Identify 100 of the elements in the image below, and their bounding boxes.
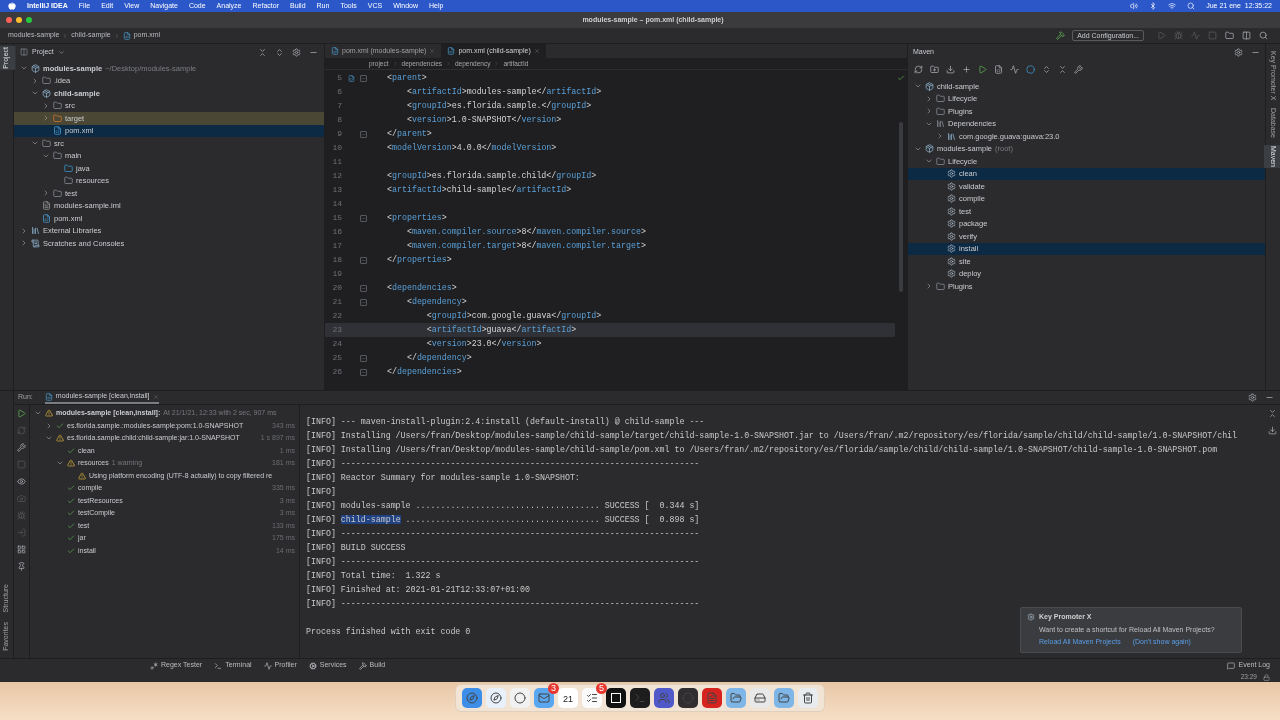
chevron-right-icon[interactable] bbox=[42, 189, 50, 198]
code-line: </parent> bbox=[387, 127, 432, 140]
chevron-right-icon[interactable] bbox=[925, 94, 933, 103]
search-icon[interactable] bbox=[1187, 2, 1196, 10]
debug-icon[interactable] bbox=[1174, 31, 1183, 40]
close-icon[interactable] bbox=[533, 48, 540, 54]
dock-app-icon[interactable] bbox=[798, 688, 818, 708]
module-icon bbox=[42, 88, 51, 98]
settings-icon[interactable] bbox=[1234, 47, 1243, 57]
wrench-icon[interactable] bbox=[17, 443, 26, 452]
app-glyph-icon bbox=[634, 692, 646, 704]
dock-app-icon[interactable]: 21 bbox=[558, 688, 578, 708]
fold-icon[interactable] bbox=[360, 256, 367, 264]
chevron-right-icon[interactable] bbox=[42, 114, 50, 123]
tool-icon bbox=[150, 661, 158, 670]
scroll-to-end-icon[interactable] bbox=[1267, 426, 1277, 435]
expand-all-icon[interactable] bbox=[1042, 64, 1051, 74]
code-line: <maven.compiler.target>8</maven.compiler.target> bbox=[405, 239, 646, 252]
wrench-icon[interactable] bbox=[1074, 64, 1083, 74]
add-folder-icon[interactable] bbox=[930, 64, 939, 74]
eye-icon[interactable] bbox=[17, 477, 26, 486]
dock-app-icon[interactable] bbox=[702, 688, 722, 708]
fold-icon[interactable] bbox=[360, 354, 367, 362]
app-glyph-icon bbox=[706, 692, 718, 704]
line-number: 25 bbox=[331, 352, 342, 364]
chevron-right-icon[interactable] bbox=[31, 76, 39, 85]
gear-icon bbox=[947, 206, 956, 216]
rerun-icon[interactable] bbox=[17, 409, 26, 418]
library-icon bbox=[947, 131, 956, 141]
toggle-offline-icon[interactable] bbox=[1010, 64, 1019, 74]
maven-file-icon bbox=[447, 47, 456, 55]
fold-icon[interactable] bbox=[360, 284, 367, 292]
run-icon[interactable] bbox=[978, 64, 987, 74]
coverage-icon[interactable] bbox=[1191, 31, 1200, 40]
fold-icon[interactable] bbox=[360, 368, 367, 376]
line-number: 13 bbox=[331, 184, 342, 196]
layout-icon[interactable] bbox=[1242, 31, 1251, 40]
wifi-icon[interactable] bbox=[1168, 2, 1177, 10]
console-line: [INFO] bbox=[306, 485, 336, 498]
fold-icon[interactable] bbox=[360, 214, 367, 222]
bluetooth-icon[interactable] bbox=[1149, 2, 1158, 10]
lock-icon[interactable] bbox=[1263, 673, 1270, 681]
dock-app-icon[interactable] bbox=[630, 688, 650, 708]
chevron-right-icon[interactable] bbox=[936, 132, 944, 141]
close-window-button[interactable] bbox=[6, 17, 12, 23]
expand-all-icon[interactable] bbox=[275, 47, 284, 57]
debug-icon[interactable] bbox=[17, 511, 26, 520]
maven-file-icon bbox=[331, 47, 339, 55]
skip-tests-icon[interactable] bbox=[1026, 64, 1035, 74]
folder-icon bbox=[53, 151, 62, 161]
folder-icon bbox=[936, 106, 945, 116]
reload-icon[interactable] bbox=[914, 64, 923, 74]
maven-goal-icon[interactable] bbox=[994, 64, 1003, 74]
chevron-right-icon[interactable] bbox=[20, 239, 28, 248]
search-icon[interactable] bbox=[1259, 31, 1268, 40]
dock-app-icon[interactable] bbox=[678, 688, 698, 708]
chevron-right-icon[interactable] bbox=[925, 282, 933, 291]
zoom-window-button[interactable] bbox=[26, 17, 32, 23]
line-number: 16 bbox=[331, 226, 342, 238]
wrap-icon[interactable] bbox=[1267, 409, 1277, 418]
line-number: 12 bbox=[331, 170, 342, 182]
settings-icon[interactable] bbox=[1248, 393, 1257, 402]
chevron-right-icon[interactable] bbox=[42, 101, 50, 110]
code-line: <version>1.0-SNAPSHOT</version> bbox=[405, 113, 562, 126]
minimize-window-button[interactable] bbox=[16, 17, 22, 23]
fold-icon[interactable] bbox=[360, 130, 367, 138]
app-glyph-icon bbox=[611, 693, 621, 703]
folder-icon[interactable] bbox=[1225, 31, 1234, 40]
pin-icon[interactable] bbox=[17, 562, 26, 571]
dock-app-icon[interactable] bbox=[606, 688, 626, 708]
dock-app-icon[interactable] bbox=[654, 688, 674, 708]
fold-icon[interactable] bbox=[360, 298, 367, 306]
dropdown-icon[interactable] bbox=[57, 48, 65, 56]
rerun-failed-icon[interactable] bbox=[17, 426, 26, 435]
dock-app-icon[interactable] bbox=[462, 688, 482, 708]
download-icon[interactable] bbox=[946, 64, 955, 74]
chevron-right-icon[interactable] bbox=[45, 421, 53, 430]
code-line: <groupId>es.florida.sample.</groupId> bbox=[405, 99, 592, 112]
code-line: <artifactId>guava</artifactId> bbox=[425, 323, 577, 336]
line-number: 14 bbox=[331, 198, 342, 210]
folder-icon bbox=[64, 176, 73, 186]
line-number: 24 bbox=[331, 338, 342, 350]
console-line: [INFO] ------------------------------------------------------------------------ bbox=[306, 597, 700, 610]
notification-badge: 3 bbox=[548, 683, 559, 694]
add-icon[interactable] bbox=[962, 64, 971, 74]
collapse-all-icon[interactable] bbox=[1058, 64, 1067, 74]
separator-icon bbox=[62, 32, 69, 39]
apple-icon[interactable] bbox=[8, 2, 16, 10]
fold-icon[interactable] bbox=[360, 74, 367, 82]
settings-icon[interactable] bbox=[292, 47, 301, 57]
maven-marker-icon[interactable] bbox=[347, 74, 355, 82]
folder-icon bbox=[936, 94, 945, 104]
volume-icon[interactable] bbox=[1130, 2, 1139, 10]
console-line: [INFO] --- maven-install-plugin:2.4:install (default-install) @ child-sample --- bbox=[306, 415, 705, 428]
collapse-all-icon[interactable] bbox=[258, 47, 267, 57]
chevron-right-icon[interactable] bbox=[925, 107, 933, 116]
chevron-right-icon[interactable] bbox=[20, 226, 28, 235]
layout-icon[interactable] bbox=[17, 545, 26, 554]
code-line: <properties> bbox=[387, 211, 447, 224]
hammer-icon[interactable] bbox=[1056, 31, 1066, 40]
